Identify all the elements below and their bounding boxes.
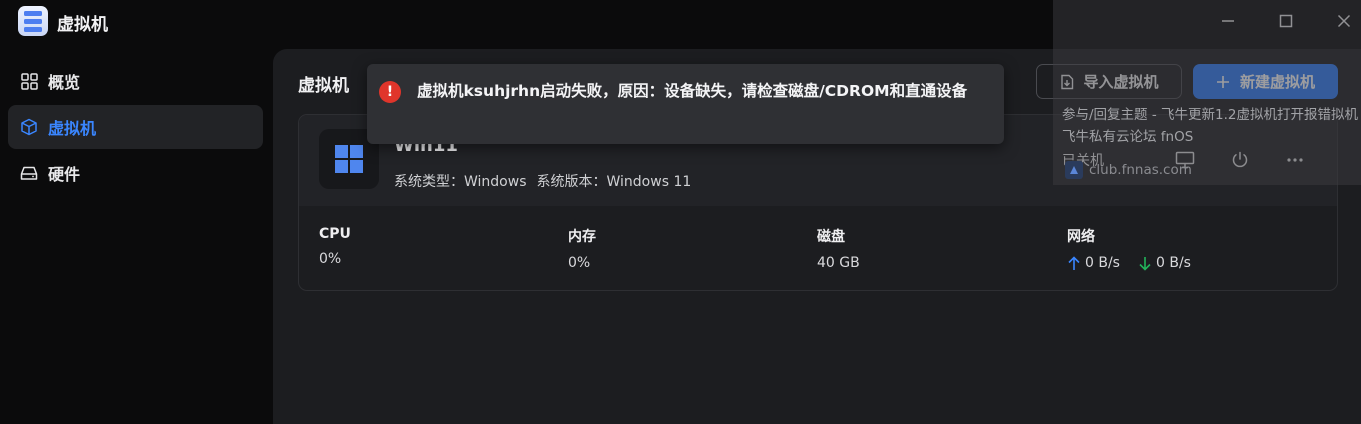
- vm-meta: 系统类型：Windows 系统版本：Windows 11: [394, 171, 691, 191]
- favicon-icon: [1065, 161, 1083, 179]
- arrow-down-icon: [1139, 256, 1151, 271]
- drive-icon: [20, 164, 38, 182]
- grid-icon: [20, 72, 38, 90]
- app-window: 虚拟机 概览 虚拟机 硬件 虚拟机 Win11 系统类型：Windows 系统版…: [0, 0, 1361, 424]
- stat-network: 网络 0 B/s 0 B/s: [1067, 229, 1191, 271]
- overlay-link[interactable]: club.fnnas.com: [1065, 161, 1192, 179]
- app-logo-icon: [18, 6, 48, 36]
- error-toast: ! 虚拟机ksuhjrhn启动失败，原因：设备缺失，请检查磁盘/CDROM和直通…: [367, 64, 1004, 144]
- stat-disk: 磁盘 40 GB: [817, 229, 860, 271]
- sidebar-item-overview[interactable]: 概览: [8, 59, 263, 103]
- stat-cpu: CPU 0%: [319, 226, 351, 267]
- sidebar-item-hardware[interactable]: 硬件: [8, 151, 263, 195]
- sidebar-item-label: 概览: [48, 73, 81, 92]
- net-down-value: 0 B/s: [1155, 255, 1191, 271]
- toast-message: 虚拟机ksuhjrhn启动失败，原因：设备缺失，请检查磁盘/CDROM和直通设备: [417, 82, 968, 100]
- vm-system-type: 系统类型：Windows: [394, 174, 527, 190]
- net-up-value: 0 B/s: [1085, 255, 1120, 271]
- overlay-text: 参与/回复主题 - 飞牛更新1.2虚拟机打开报错拟机 飞牛私有云论坛 fnOS: [1062, 107, 1358, 145]
- sidebar-item-label: 虚拟机: [48, 119, 97, 138]
- overlay-popup[interactable]: 参与/回复主题 - 飞牛更新1.2虚拟机打开报错拟机 飞牛私有云论坛 fnOS …: [1053, 0, 1361, 185]
- sidebar-item-label: 硬件: [48, 165, 81, 184]
- app-title: 虚拟机: [57, 15, 108, 35]
- error-icon: !: [379, 81, 401, 103]
- arrow-up-icon: [1068, 255, 1080, 270]
- vm-system-version: 系统版本：Windows 11: [536, 174, 692, 190]
- cube-icon: [20, 118, 38, 136]
- stat-memory: 内存 0%: [568, 229, 596, 271]
- page-title: 虚拟机: [298, 76, 349, 96]
- sidebar-item-vm[interactable]: 虚拟机: [8, 105, 263, 149]
